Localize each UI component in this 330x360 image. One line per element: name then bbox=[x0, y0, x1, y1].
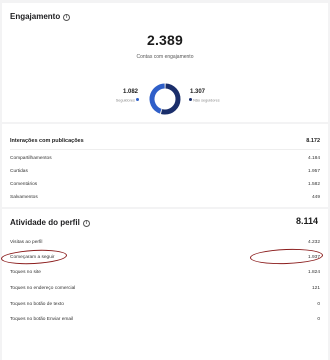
row-value: 4.184 bbox=[307, 155, 320, 161]
interaction-row-likes: Curtidas 1.957 bbox=[10, 166, 320, 176]
row-label: Visitas ao perfil bbox=[10, 239, 43, 245]
interaction-row-comments: Comentários 1.582 bbox=[10, 179, 320, 189]
engagement-total: 2.389 bbox=[146, 32, 184, 48]
engagement-card: Engajamento i 2.389 Contas com engajament… bbox=[2, 3, 328, 122]
row-label: Curtidas bbox=[10, 168, 28, 174]
row-label: Compartilhamentos bbox=[10, 155, 52, 161]
interactions-total: 8.172 bbox=[306, 138, 320, 144]
row-value: 1.824 bbox=[307, 269, 320, 275]
followers-count: 1.082 bbox=[122, 89, 138, 95]
engagement-subtitle: Contas com engajamento bbox=[136, 54, 194, 60]
followers-label-wrap: Seguidores bbox=[116, 98, 139, 103]
row-value: 1.937 bbox=[307, 254, 320, 260]
row-value: 0 bbox=[317, 301, 320, 307]
profile-activity-total: 8.114 bbox=[295, 216, 318, 226]
divider bbox=[10, 149, 320, 150]
activity-row-website-taps: Toques no site 1.824 bbox=[10, 267, 320, 277]
row-label: Toques no site bbox=[10, 269, 41, 275]
activity-row-address-taps: Toques no endereço comercial 121 bbox=[10, 283, 320, 293]
interaction-row-shares: Compartilhamentos 4.184 bbox=[10, 153, 320, 163]
activity-row-text-button-taps: Toques no botão de texto 0 bbox=[10, 299, 320, 309]
row-value: 121 bbox=[311, 285, 320, 291]
non-followers-label-wrap: Não seguidores bbox=[189, 98, 220, 103]
followers-label: Seguidores bbox=[115, 98, 135, 103]
row-label: Toques no botão de texto bbox=[10, 301, 64, 307]
profile-activity-card: Atividade do perfil i 8.114 Visitas ao pe… bbox=[0, 209, 328, 360]
row-label: Comentários bbox=[10, 181, 38, 187]
interactions-title: Interações com publicações bbox=[10, 138, 84, 144]
engagement-donut-chart bbox=[149, 83, 181, 115]
non-followers-legend-dot bbox=[189, 98, 192, 101]
row-label: Toques no botão Enviar email bbox=[10, 316, 74, 322]
row-value: 4.232 bbox=[307, 239, 320, 245]
followers-legend-dot bbox=[136, 98, 139, 101]
engagement-title-wrap: Engajamento i bbox=[10, 12, 71, 21]
non-followers-count: 1.307 bbox=[190, 89, 206, 95]
activity-row-new-followers: Começaram a seguir 1.937 bbox=[10, 252, 320, 262]
row-value: 1.957 bbox=[307, 168, 320, 174]
row-label: Salvamentos bbox=[10, 194, 38, 200]
row-value: 1.582 bbox=[307, 181, 320, 187]
profile-activity-title-wrap: Atividade do perfil i bbox=[10, 218, 90, 227]
interactions-card: Interações com publicações 8.172 Compart… bbox=[2, 124, 328, 207]
interactions-header-row: Interações com publicações 8.172 bbox=[10, 136, 320, 146]
info-icon[interactable]: i bbox=[63, 14, 71, 21]
row-value: 449 bbox=[311, 194, 320, 200]
info-icon[interactable]: i bbox=[82, 220, 90, 227]
activity-row-email-button-taps: Toques no botão Enviar email 0 bbox=[10, 314, 320, 324]
row-label: Começaram a seguir bbox=[10, 254, 55, 260]
row-label: Toques no endereço comercial bbox=[10, 285, 76, 291]
engagement-title: Engajamento bbox=[10, 12, 61, 21]
interaction-row-saves: Salvamentos 449 bbox=[10, 192, 320, 202]
non-followers-label: Não seguidores bbox=[193, 98, 220, 103]
activity-row-profile-visits: Visitas ao perfil 4.232 bbox=[10, 237, 320, 247]
row-value: 0 bbox=[317, 316, 320, 322]
profile-activity-title: Atividade do perfil bbox=[10, 218, 80, 227]
